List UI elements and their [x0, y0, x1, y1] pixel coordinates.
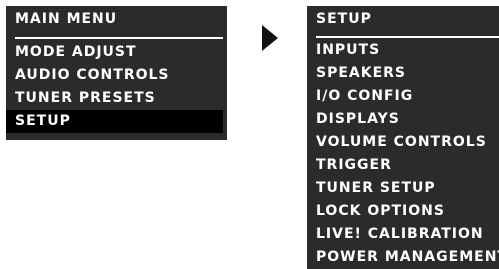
setup-menu-item-displays[interactable]: DISPLAYS	[307, 108, 499, 131]
setup-menu-list: INPUTS SPEAKERS I/O CONFIG DISPLAYS VOLU…	[307, 39, 499, 269]
setup-menu-item-lock-options[interactable]: LOCK OPTIONS	[307, 200, 499, 223]
main-menu-panel: MAIN MENU MODE ADJUST AUDIO CONTROLS TUN…	[6, 6, 227, 140]
setup-menu-item-live-calibration[interactable]: LIVE! CALIBRATION	[307, 223, 499, 246]
setup-menu-panel: SETUP INPUTS SPEAKERS I/O CONFIG DISPLAY…	[307, 6, 499, 269]
setup-menu-item-tuner-setup[interactable]: TUNER SETUP	[307, 177, 499, 200]
setup-menu-item-power-management[interactable]: POWER MANAGEMENT	[307, 246, 499, 269]
main-menu-title-divider	[15, 37, 223, 39]
main-menu-item-tuner-presets[interactable]: TUNER PRESETS	[6, 87, 223, 110]
setup-menu-item-speakers[interactable]: SPEAKERS	[307, 62, 499, 85]
setup-menu-title: SETUP	[316, 11, 372, 27]
setup-menu-item-volume-controls[interactable]: VOLUME CONTROLS	[307, 131, 499, 154]
main-menu-item-mode-adjust[interactable]: MODE ADJUST	[6, 41, 223, 64]
main-menu-title: MAIN MENU	[15, 11, 118, 27]
main-menu-item-setup[interactable]: SETUP	[6, 110, 223, 133]
setup-menu-title-divider	[316, 36, 499, 38]
setup-menu-item-io-config[interactable]: I/O CONFIG	[307, 85, 499, 108]
main-menu-list: MODE ADJUST AUDIO CONTROLS TUNER PRESETS…	[6, 41, 223, 133]
main-menu-item-audio-controls[interactable]: AUDIO CONTROLS	[6, 64, 223, 87]
setup-menu-item-trigger[interactable]: TRIGGER	[307, 154, 499, 177]
triangle-right-icon	[262, 25, 278, 51]
setup-menu-item-inputs[interactable]: INPUTS	[307, 39, 499, 62]
